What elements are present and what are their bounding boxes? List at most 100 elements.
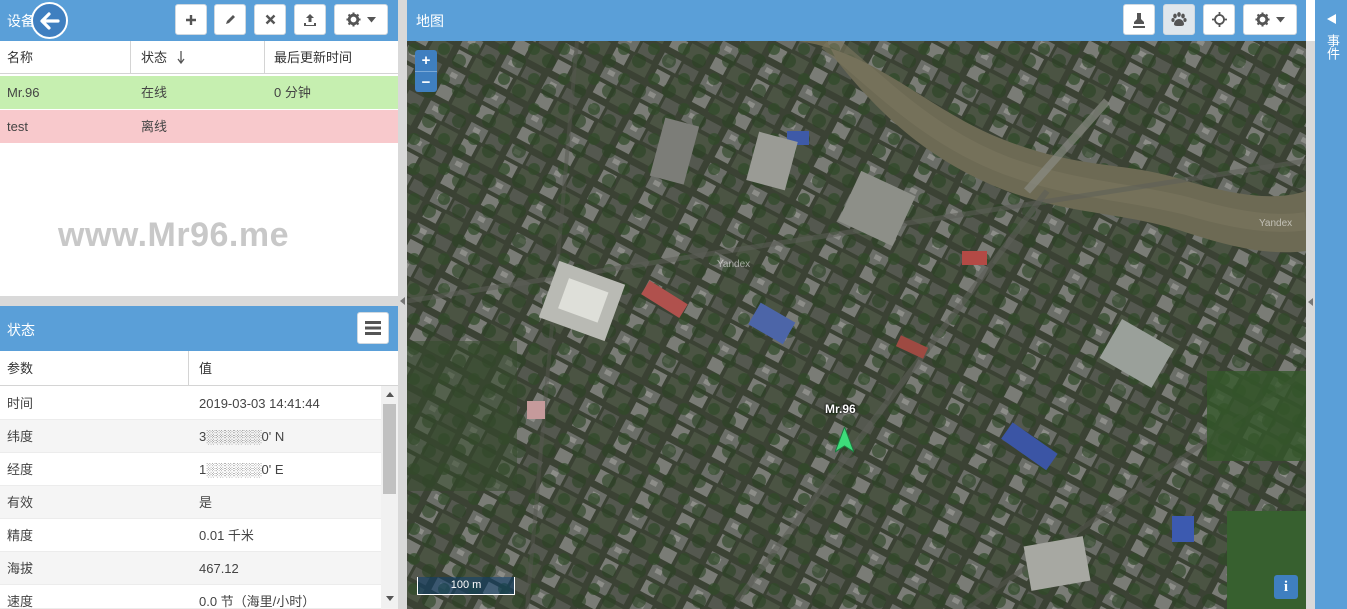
paw-icon <box>1171 12 1187 26</box>
add-device-button[interactable] <box>175 4 207 35</box>
status-key: 时间 <box>7 396 34 411</box>
gear-icon <box>346 12 361 27</box>
status-scrollbar[interactable] <box>381 386 398 609</box>
arrow-left-icon <box>39 11 60 30</box>
device-status: 在线 <box>141 85 168 100</box>
back-button[interactable] <box>31 2 68 39</box>
triangle-down-icon <box>385 595 394 601</box>
status-value: 1░░░░░░0' E <box>199 462 284 477</box>
column-header-param-label: 参数 <box>7 361 34 376</box>
column-header-value[interactable]: 值 <box>192 351 398 386</box>
remove-device-button[interactable] <box>254 4 286 35</box>
status-key: 精度 <box>7 528 34 543</box>
vertical-splitter-right[interactable] <box>1306 41 1315 609</box>
status-key: 有效 <box>7 495 34 510</box>
list-item[interactable]: 经度 1░░░░░░0' E <box>0 453 381 486</box>
device-name: Mr.96 <box>7 85 40 100</box>
left-column: 设备 名称 状态 最后更新时间 Mr.96 在线 0 分钟 test 离线 ww… <box>0 0 398 609</box>
scroll-up-button[interactable] <box>381 386 398 402</box>
map-attribution: Yandex <box>717 259 751 270</box>
plus-icon <box>186 14 196 25</box>
satellite-imagery <box>407 41 1306 609</box>
status-value: 3░░░░░░0' N <box>199 429 285 444</box>
device-last-update: 0 分钟 <box>274 85 311 100</box>
collapse-right-button[interactable] <box>1306 295 1315 309</box>
status-value: 0.01 千米 <box>199 528 254 543</box>
horizontal-splitter[interactable] <box>0 296 398 306</box>
device-name: test <box>7 119 28 134</box>
devices-panel-header: 设备 <box>0 0 398 41</box>
vertical-splitter[interactable] <box>398 0 407 609</box>
scroll-down-button[interactable] <box>381 590 398 606</box>
scale-bar: 100 m <box>417 577 515 595</box>
status-key: 经度 <box>7 462 34 477</box>
locate-button[interactable] <box>1203 4 1235 35</box>
column-header-last-update-label: 最后更新时间 <box>274 50 353 65</box>
status-key: 速度 <box>7 594 34 609</box>
list-item[interactable]: 精度 0.01 千米 <box>0 519 381 552</box>
table-row[interactable]: test 离线 <box>0 110 398 143</box>
zoom-in-button[interactable]: + <box>415 50 437 71</box>
follow-button[interactable] <box>1163 4 1195 35</box>
column-header-param[interactable]: 参数 <box>0 351 189 386</box>
stamp-icon <box>1133 12 1145 28</box>
upload-button[interactable] <box>294 4 326 35</box>
remove-icon <box>265 14 275 25</box>
scrollbar-thumb[interactable] <box>383 404 396 494</box>
arrow-left-icon <box>1327 14 1336 24</box>
status-key: 纬度 <box>7 429 34 444</box>
info-button[interactable]: i <box>1274 575 1298 599</box>
triangle-up-icon <box>385 391 394 397</box>
column-header-value-label: 值 <box>199 361 213 376</box>
zoom-control: + − <box>415 50 437 92</box>
map-panel-title: 地图 <box>416 13 444 29</box>
upload-icon <box>304 13 316 26</box>
device-status: 离线 <box>141 119 168 134</box>
column-separator <box>264 41 265 74</box>
list-item[interactable]: 时间 2019-03-03 14:41:44 <box>0 387 381 420</box>
satellite-map[interactable]: + − Yandex Yandex Mr.96 100 m i <box>407 41 1306 609</box>
map-panel-header: 地图 <box>407 0 1306 41</box>
status-value: 467.12 <box>199 561 239 576</box>
column-separator <box>130 41 131 74</box>
column-header-name[interactable]: 名称 <box>0 41 131 74</box>
sort-down-icon <box>177 51 185 65</box>
status-panel-title: 状态 <box>7 322 35 338</box>
zoom-out-button[interactable]: − <box>415 71 437 92</box>
status-grid-header: 参数 值 <box>0 351 398 386</box>
map-settings-button[interactable] <box>1243 4 1297 35</box>
triangle-left-icon <box>400 297 405 305</box>
device-arrow-marker[interactable] <box>835 427 854 453</box>
events-panel-title: 事件 <box>1325 34 1340 60</box>
watermark: www.Mr96.me <box>58 216 289 254</box>
column-header-last-update[interactable]: 最后更新时间 <box>267 41 398 74</box>
list-item[interactable]: 海拔 467.12 <box>0 552 381 585</box>
caret-down-icon <box>1276 16 1285 22</box>
status-value: 2019-03-03 14:41:44 <box>199 396 320 411</box>
status-value: 0.0 节（海里/小时） <box>199 594 316 609</box>
status-value: 是 <box>199 495 213 510</box>
column-header-status[interactable]: 状态 <box>134 41 264 74</box>
list-item[interactable]: 纬度 3░░░░░░0' N <box>0 420 381 453</box>
collapse-left-button[interactable] <box>398 294 407 308</box>
list-item[interactable]: 速度 0.0 节（海里/小时） <box>0 585 381 609</box>
list-item[interactable]: 有效 是 <box>0 486 381 519</box>
gear-icon <box>1255 12 1270 27</box>
status-list-button[interactable] <box>357 312 389 344</box>
list-icon <box>365 321 381 335</box>
pencil-icon <box>225 15 235 24</box>
table-row[interactable]: Mr.96 在线 0 分钟 <box>0 76 398 109</box>
events-panel-collapsed[interactable]: 事件 <box>1315 0 1347 609</box>
crosshair-icon <box>1211 12 1227 27</box>
app-window: 设备 名称 状态 最后更新时间 Mr.96 在线 0 分钟 test 离线 ww… <box>0 0 1347 609</box>
column-header-status-label: 状态 <box>141 50 168 65</box>
show-history-button[interactable] <box>1123 4 1155 35</box>
device-label: Mr.96 <box>825 402 856 416</box>
column-separator <box>188 351 189 386</box>
map-attribution: Yandex <box>1259 218 1293 229</box>
column-header-name-label: 名称 <box>7 50 34 65</box>
devices-grid-header: 名称 状态 最后更新时间 <box>0 41 398 74</box>
device-settings-button[interactable] <box>334 4 388 35</box>
triangle-left-icon <box>1308 298 1313 306</box>
edit-device-button[interactable] <box>214 4 246 35</box>
